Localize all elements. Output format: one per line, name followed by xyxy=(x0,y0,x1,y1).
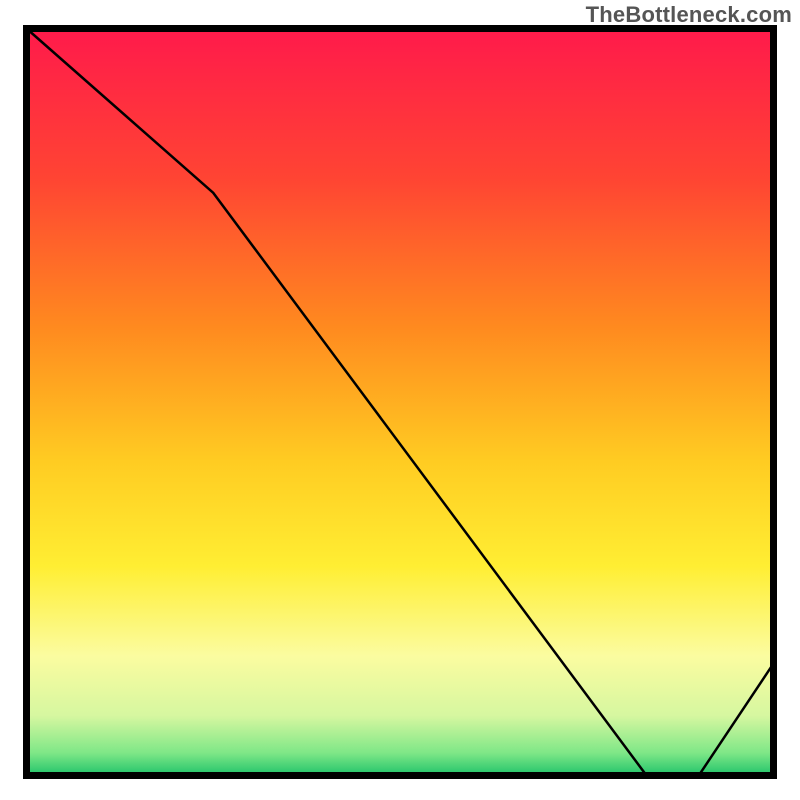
chart-background xyxy=(27,29,774,776)
bottleneck-chart xyxy=(0,0,800,800)
watermark-text: TheBottleneck.com xyxy=(586,2,792,28)
